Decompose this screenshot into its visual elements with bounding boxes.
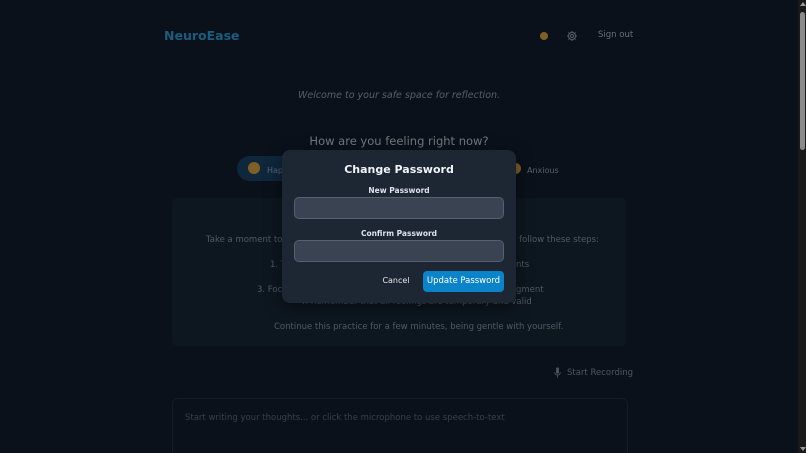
dialog-title: Change Password — [344, 163, 454, 176]
confirm-password-label: Confirm Password — [360, 229, 438, 238]
new-password-label: New Password — [368, 186, 430, 195]
cancel-button[interactable]: Cancel — [378, 271, 414, 291]
confirm-password-input[interactable] — [294, 240, 504, 262]
scroll-down-icon[interactable] — [800, 447, 806, 451]
page: NeuroEase Sign out Welcome to your safe … — [0, 0, 806, 453]
change-password-dialog: Change Password New Password Confirm Pas… — [282, 150, 516, 303]
new-password-input[interactable] — [294, 197, 504, 219]
update-password-button[interactable]: Update Password — [423, 271, 504, 292]
scrollbar-thumb[interactable] — [800, 12, 805, 150]
scroll-up-icon[interactable] — [800, 2, 806, 6]
